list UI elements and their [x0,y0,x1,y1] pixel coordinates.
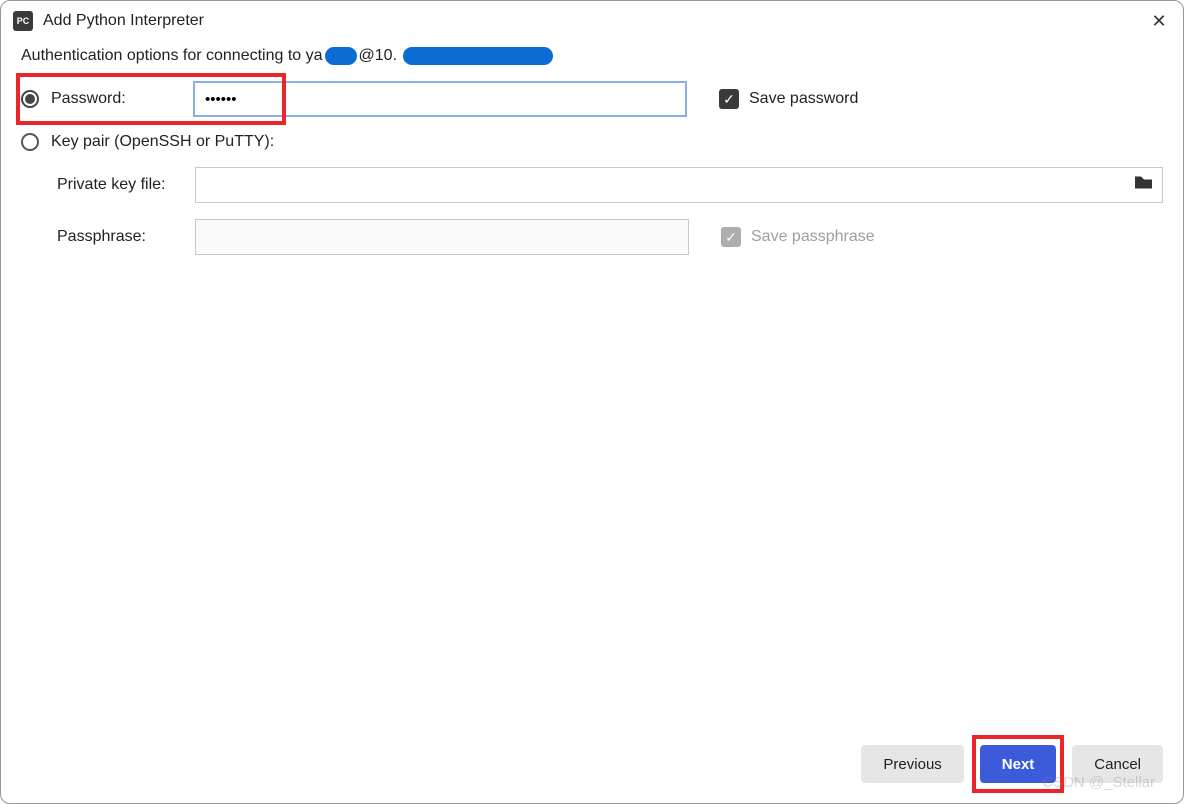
close-icon[interactable]: ✕ [1147,9,1171,33]
folder-icon[interactable] [1135,176,1153,195]
password-input[interactable] [193,81,687,117]
passphrase-row: Passphrase: ✓ Save passphrase [21,219,1163,255]
dialog-footer: Previous Next Cancel [1,725,1183,803]
cancel-button[interactable]: Cancel [1072,745,1163,783]
auth-mid: @10. [359,47,397,65]
password-radio[interactable] [21,90,39,108]
private-key-row: Private key file: [21,167,1163,203]
private-key-input[interactable] [195,167,1163,203]
redacted-host [403,47,553,65]
passphrase-label: Passphrase: [57,228,183,246]
auth-description: Authentication options for connecting to… [21,47,1163,65]
previous-button[interactable]: Previous [861,745,963,783]
save-passphrase-wrap: ✓ Save passphrase [721,227,875,247]
private-key-label: Private key file: [57,176,183,194]
save-passphrase-label: Save passphrase [751,228,875,246]
keypair-label: Key pair (OpenSSH or PuTTY): [51,133,274,151]
save-passphrase-checkbox: ✓ [721,227,741,247]
pycharm-icon: PC [13,11,33,31]
password-label: Password: [51,90,181,108]
keypair-row: Key pair (OpenSSH or PuTTY): [21,133,1163,151]
save-password-wrap: ✓ Save password [719,89,858,109]
add-interpreter-dialog: PC Add Python Interpreter ✕ Authenticati… [0,0,1184,804]
auth-prefix: Authentication options for connecting to… [21,47,323,65]
redacted-user [325,47,357,65]
save-password-label: Save password [749,90,858,108]
next-button[interactable]: Next [980,745,1057,783]
dialog-content: Authentication options for connecting to… [1,41,1183,725]
keypair-radio[interactable] [21,133,39,151]
passphrase-input [195,219,689,255]
password-row: Password: ✓ Save password [21,81,1163,117]
dialog-title: Add Python Interpreter [43,12,1137,30]
save-password-checkbox[interactable]: ✓ [719,89,739,109]
titlebar: PC Add Python Interpreter ✕ [1,1,1183,41]
